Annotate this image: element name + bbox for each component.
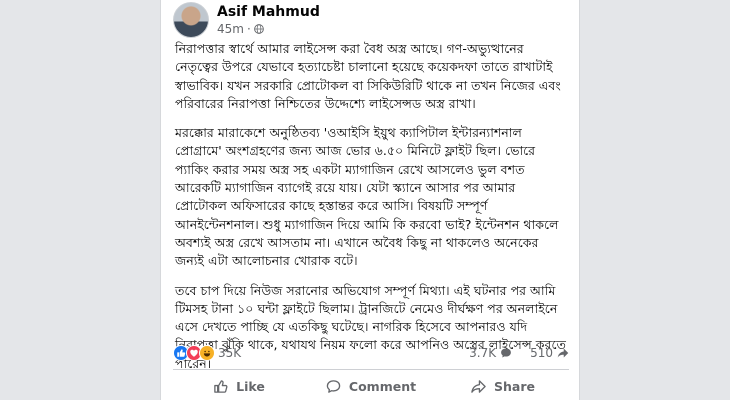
- share-button[interactable]: Share: [437, 379, 569, 394]
- reactions-right: 3.7K 510: [469, 346, 569, 360]
- reaction-icons: [173, 345, 215, 361]
- globe-icon: [253, 24, 264, 34]
- comments-count: 3.7K: [469, 346, 497, 360]
- comment-icon: [501, 348, 511, 358]
- comment-label: Comment: [348, 378, 417, 394]
- reactions-left[interactable]: 35K: [173, 345, 241, 361]
- shares-stat[interactable]: 510: [530, 346, 569, 360]
- post-card: Asif Mahmud 45m · নিরাপত্তার স্বার্থে আম…: [160, 0, 580, 400]
- shares-count: 510: [530, 346, 553, 360]
- post-time[interactable]: 45m: [217, 21, 244, 37]
- reactions-count: 35K: [218, 346, 242, 360]
- reactions-summary: 35K 3.7K 510: [173, 342, 569, 364]
- actions-divider: [173, 369, 569, 370]
- post-paragraph: মরক্কোর মারাকেশে অনুষ্ঠিতব্য 'ওআইসি ইয়ু…: [175, 125, 559, 269]
- post-paragraph: নিরাপত্তার স্বার্থে আমার লাইসেন্স করা বৈ…: [175, 41, 561, 111]
- meta-separator: ·: [246, 22, 251, 36]
- avatar[interactable]: [173, 2, 209, 38]
- post-meta: 45m ·: [217, 21, 320, 37]
- comment-bubble-icon: [326, 379, 341, 393]
- author-block: Asif Mahmud 45m ·: [217, 3, 320, 37]
- post-header: Asif Mahmud 45m ·: [173, 2, 320, 38]
- share-arrow-icon: [471, 379, 486, 393]
- like-button[interactable]: Like: [173, 379, 305, 394]
- share-icon: [557, 348, 569, 358]
- post-body: নিরাপত্তার স্বার্থে আমার লাইসেন্স করা বৈ…: [175, 40, 569, 384]
- author-name[interactable]: Asif Mahmud: [217, 3, 320, 21]
- share-label: Share: [494, 378, 535, 394]
- thumbs-up-icon: [214, 379, 228, 393]
- haha-reaction-icon: [199, 345, 215, 361]
- like-label: Like: [236, 378, 265, 394]
- comment-button[interactable]: Comment: [305, 379, 437, 394]
- comments-stat[interactable]: 3.7K: [469, 346, 512, 360]
- post-actions: Like Comment Share: [173, 373, 569, 399]
